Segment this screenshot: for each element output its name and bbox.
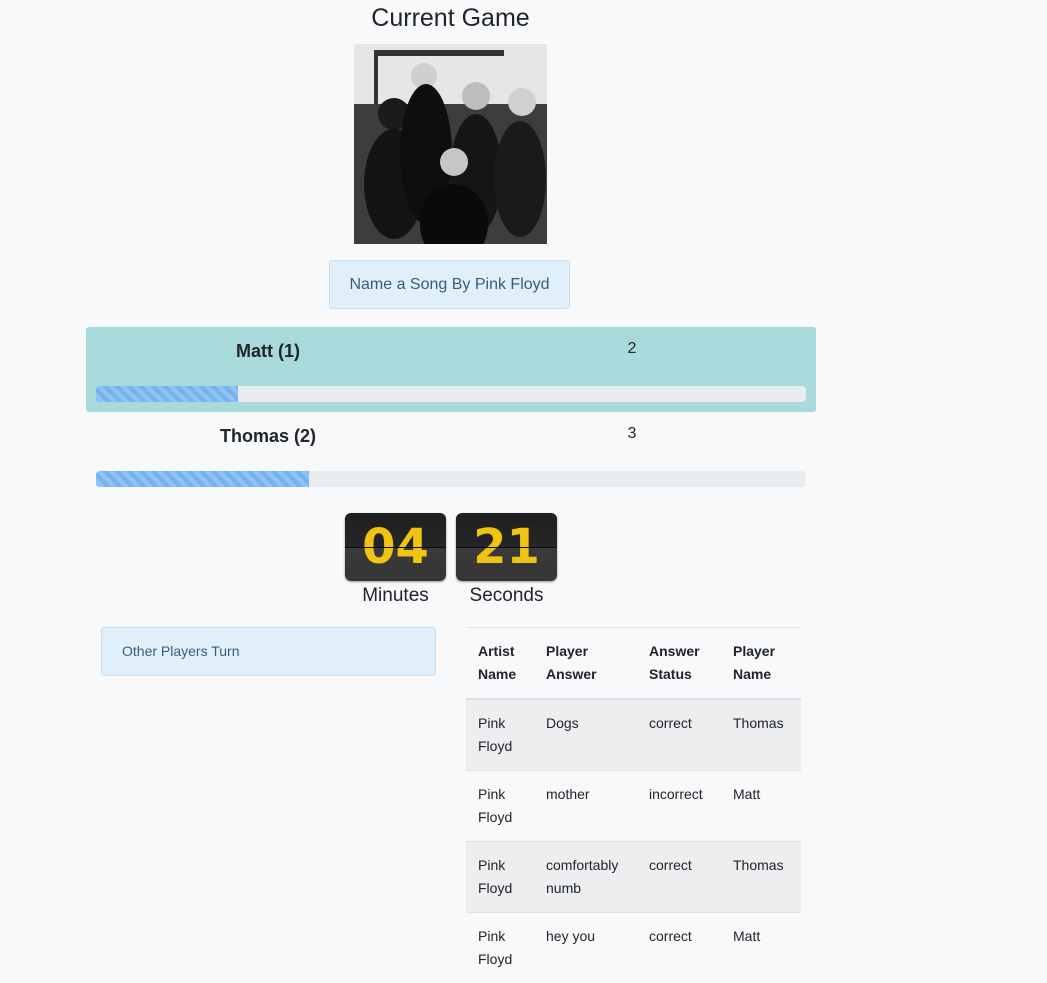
- player-name: Thomas (2): [86, 426, 450, 447]
- player-name: Matt (1): [86, 341, 450, 362]
- minutes-label: Minutes: [345, 585, 446, 607]
- column-header: Answer Status: [637, 628, 721, 700]
- status-cell: incorrect: [637, 771, 721, 842]
- status-cell: correct: [637, 842, 721, 913]
- player-cell: Matt: [721, 913, 801, 983]
- table-row: Pink Floyd Dogs correct Thomas: [466, 699, 801, 771]
- question-prompt: Name a Song By Pink Floyd: [329, 260, 570, 309]
- answer-cell: comfortably numb: [534, 842, 637, 913]
- answers-table: Artist Name Player Answer Answer Status …: [466, 627, 801, 983]
- player-progress-bar: [96, 471, 806, 487]
- flip-seam: [456, 547, 557, 548]
- progress-fill: [96, 386, 238, 402]
- artist-cell: Pink Floyd: [466, 842, 534, 913]
- table-row: Pink Floyd mother incorrect Matt: [466, 771, 801, 842]
- answer-cell: hey you: [534, 913, 637, 983]
- player-row-thomas: Thomas (2) 3: [86, 412, 816, 497]
- table-row: Pink Floyd comfortably numb correct Thom…: [466, 842, 801, 913]
- artist-cell: Pink Floyd: [466, 913, 534, 983]
- answer-cell: mother: [534, 771, 637, 842]
- player-score: 2: [450, 340, 814, 358]
- flip-seam: [345, 547, 446, 548]
- answer-cell: Dogs: [534, 699, 637, 771]
- turn-status: Other Players Turn: [101, 627, 436, 676]
- player-cell: Thomas: [721, 699, 801, 771]
- minutes-flip-card: 04: [345, 513, 446, 581]
- column-header: Player Answer: [534, 628, 637, 700]
- column-header: Artist Name: [466, 628, 534, 700]
- page-title: Current Game: [0, 4, 901, 33]
- seconds-flip-card: 21: [456, 513, 557, 581]
- seconds-label: Seconds: [456, 585, 557, 607]
- player-cell: Thomas: [721, 842, 801, 913]
- player-progress-bar: [96, 386, 806, 402]
- table-header-row: Artist Name Player Answer Answer Status …: [466, 628, 801, 700]
- artist-cell: Pink Floyd: [466, 771, 534, 842]
- player-row-matt: Matt (1) 2: [86, 327, 816, 412]
- status-cell: correct: [637, 699, 721, 771]
- progress-fill: [96, 471, 309, 487]
- table-row: Pink Floyd hey you correct Matt: [466, 913, 801, 983]
- status-cell: correct: [637, 913, 721, 983]
- artist-cell: Pink Floyd: [466, 699, 534, 771]
- player-score: 3: [450, 425, 814, 443]
- column-header: Player Name: [721, 628, 801, 700]
- artist-photo: [354, 44, 547, 244]
- player-cell: Matt: [721, 771, 801, 842]
